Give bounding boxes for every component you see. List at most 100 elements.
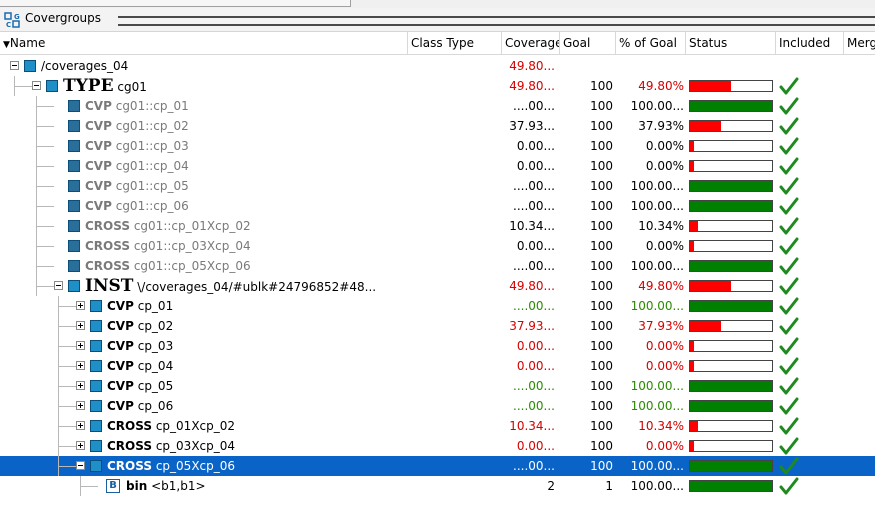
tree-row[interactable]: CVP cg01::cp_06 ....00... 100 100.00... bbox=[0, 196, 875, 216]
included-check-icon[interactable] bbox=[778, 277, 800, 295]
node-label: cp_06 bbox=[137, 399, 174, 413]
status-bar bbox=[689, 400, 773, 412]
pct-of-goal-value: 100.00... bbox=[630, 379, 684, 393]
coverage-value: 49.80... bbox=[509, 59, 555, 73]
tree-row[interactable]: CVP cp_03 0.00... 100 0.00% bbox=[0, 336, 875, 356]
included-check-icon[interactable] bbox=[778, 157, 800, 175]
node-label: cp_03Xcp_04 bbox=[155, 439, 236, 453]
tree-connector bbox=[36, 146, 54, 147]
included-check-icon[interactable] bbox=[778, 257, 800, 275]
pct-of-goal-value: 100.00... bbox=[630, 459, 684, 473]
node-kind-label: INST bbox=[85, 276, 134, 296]
included-check-icon[interactable] bbox=[778, 477, 800, 495]
tree-row[interactable]: CVP cp_06 ....00... 100 100.00... bbox=[0, 396, 875, 416]
tree-connector bbox=[36, 266, 54, 267]
expand-icon[interactable] bbox=[76, 341, 85, 350]
included-check-icon[interactable] bbox=[778, 397, 800, 415]
status-bar bbox=[689, 80, 773, 92]
column-header-goal[interactable]: Goal bbox=[560, 32, 616, 54]
tree-row[interactable]: CVP cp_02 37.93... 100 37.93% bbox=[0, 316, 875, 336]
toolbar-tab[interactable] bbox=[0, 0, 61, 7]
column-header-included[interactable]: Included bbox=[776, 32, 844, 54]
column-header-name[interactable]: ▼Name bbox=[0, 32, 408, 54]
expand-icon[interactable] bbox=[76, 361, 85, 370]
pct-of-goal-value: 100.00... bbox=[630, 259, 684, 273]
expand-icon[interactable] bbox=[76, 321, 85, 330]
coverage-value: 49.80... bbox=[509, 79, 555, 93]
tree-row[interactable]: CVP cg01::cp_04 0.00... 100 0.00% bbox=[0, 156, 875, 176]
expand-icon[interactable] bbox=[76, 401, 85, 410]
node-kind-label: CVP bbox=[85, 99, 112, 113]
toolbar-tab[interactable] bbox=[60, 0, 351, 7]
included-check-icon[interactable] bbox=[778, 337, 800, 355]
goal-value: 100 bbox=[590, 79, 613, 93]
tree-connector bbox=[36, 136, 37, 156]
tree-connector bbox=[58, 376, 59, 396]
column-header-status[interactable]: Status bbox=[686, 32, 776, 54]
goal-value: 100 bbox=[590, 399, 613, 413]
column-header-pct-goal[interactable]: % of Goal bbox=[616, 32, 686, 54]
included-check-icon[interactable] bbox=[778, 237, 800, 255]
tree-row[interactable]: CVP cp_05 ....00... 100 100.00... bbox=[0, 376, 875, 396]
included-check-icon[interactable] bbox=[778, 457, 800, 475]
tree-connector bbox=[36, 186, 54, 187]
collapse-icon[interactable] bbox=[76, 461, 85, 470]
node-label: cg01::cp_03Xcp_04 bbox=[133, 239, 251, 253]
included-check-icon[interactable] bbox=[778, 357, 800, 375]
included-check-icon[interactable] bbox=[778, 317, 800, 335]
included-check-icon[interactable] bbox=[778, 77, 800, 95]
included-check-icon[interactable] bbox=[778, 297, 800, 315]
status-bar bbox=[689, 480, 773, 492]
status-bar-fill bbox=[690, 201, 772, 211]
tree-connector bbox=[36, 246, 54, 247]
included-check-icon[interactable] bbox=[778, 97, 800, 115]
tree-connector bbox=[58, 456, 59, 476]
expand-icon[interactable] bbox=[76, 441, 85, 450]
expand-icon[interactable] bbox=[76, 381, 85, 390]
column-header-coverage[interactable]: Coverage bbox=[502, 32, 560, 54]
tree-row[interactable]: CROSS cg01::cp_03Xcp_04 0.00... 100 0.00% bbox=[0, 236, 875, 256]
tree-row[interactable]: TYPE cg01 49.80... 100 49.80% bbox=[0, 76, 875, 96]
collapse-icon[interactable] bbox=[54, 281, 63, 290]
coverage-value: ....00... bbox=[513, 399, 555, 413]
pct-of-goal-value: 100.00... bbox=[630, 179, 684, 193]
tree-row-name: CVP cp_05 bbox=[107, 376, 405, 396]
tree-row[interactable]: /coverages_04 49.80... bbox=[0, 56, 875, 76]
coverage-node-icon bbox=[68, 280, 80, 292]
tree-row[interactable]: CVP cg01::cp_01 ....00... 100 100.00... bbox=[0, 96, 875, 116]
tree-row[interactable]: CVP cg01::cp_03 0.00... 100 0.00% bbox=[0, 136, 875, 156]
column-header-merge[interactable]: Merg bbox=[844, 32, 875, 54]
node-kind-label: CVP bbox=[85, 179, 112, 193]
collapse-icon[interactable] bbox=[10, 61, 19, 70]
tree-row[interactable]: CVP cg01::cp_02 37.93... 100 37.93% bbox=[0, 116, 875, 136]
collapse-icon[interactable] bbox=[32, 81, 41, 90]
included-check-icon[interactable] bbox=[778, 377, 800, 395]
tree-row[interactable]: CVP cp_04 0.00... 100 0.00% bbox=[0, 356, 875, 376]
tree-row[interactable]: CVP cg01::cp_05 ....00... 100 100.00... bbox=[0, 176, 875, 196]
included-check-icon[interactable] bbox=[778, 117, 800, 135]
titlebar-grip[interactable] bbox=[118, 16, 875, 26]
included-check-icon[interactable] bbox=[778, 217, 800, 235]
tree-row[interactable]: CROSS cp_05Xcp_06 ....00... 100 100.00... bbox=[0, 456, 875, 476]
pct-of-goal-value: 0.00% bbox=[645, 139, 684, 153]
included-check-icon[interactable] bbox=[778, 417, 800, 435]
coverage-node-icon bbox=[90, 340, 102, 352]
included-check-icon[interactable] bbox=[778, 177, 800, 195]
tree-row[interactable]: Bbin <b1,b1> 2 1 100.00... bbox=[0, 476, 875, 496]
tree-row[interactable]: CROSS cg01::cp_05Xcp_06 ....00... 100 100.0… bbox=[0, 256, 875, 276]
expand-icon[interactable] bbox=[76, 301, 85, 310]
tree-row[interactable]: CROSS cg01::cp_01Xcp_02 10.34... 100 10.34% bbox=[0, 216, 875, 236]
included-check-icon[interactable] bbox=[778, 197, 800, 215]
column-header-class-type[interactable]: Class Type bbox=[408, 32, 502, 54]
goal-value: 100 bbox=[590, 219, 613, 233]
tree-connector bbox=[36, 96, 37, 116]
tree-row[interactable]: CROSS cp_03Xcp_04 0.00... 100 0.00% bbox=[0, 436, 875, 456]
coverage-value: 0.00... bbox=[516, 359, 555, 373]
coverage-node-icon bbox=[90, 420, 102, 432]
included-check-icon[interactable] bbox=[778, 437, 800, 455]
included-check-icon[interactable] bbox=[778, 137, 800, 155]
expand-icon[interactable] bbox=[76, 421, 85, 430]
tree-row[interactable]: CROSS cp_01Xcp_02 10.34... 100 10.34% bbox=[0, 416, 875, 436]
tree-row[interactable]: CVP cp_01 ....00... 100 100.00... bbox=[0, 296, 875, 316]
tree-row[interactable]: INST \/coverages_04/#ublk#24796852#48...… bbox=[0, 276, 875, 296]
